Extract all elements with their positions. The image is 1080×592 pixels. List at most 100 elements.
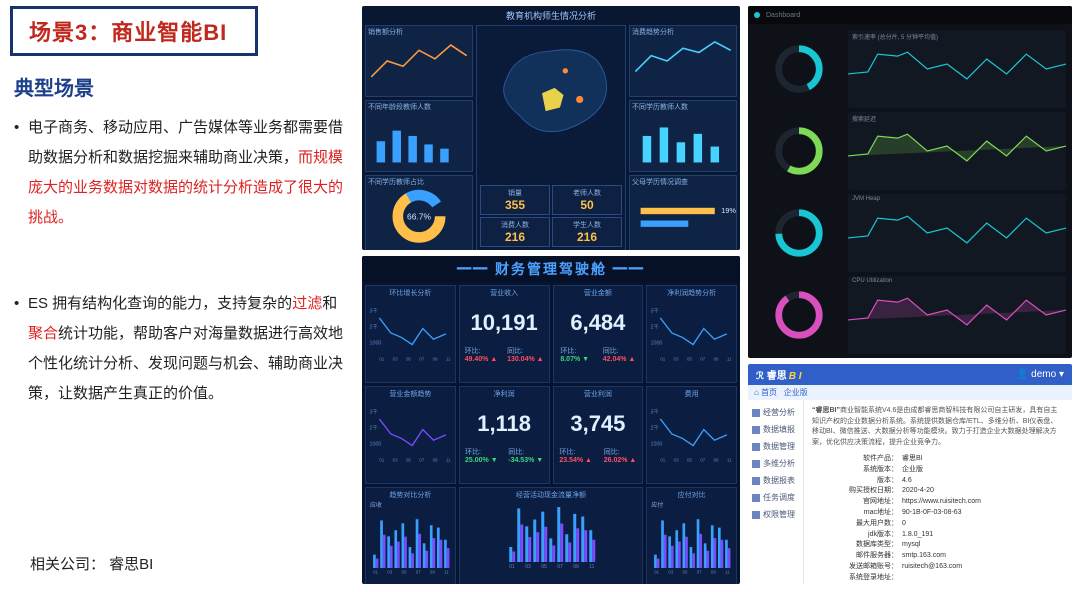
stat-teachers: 老师人数50 xyxy=(552,185,622,215)
svg-text:3千: 3千 xyxy=(651,307,660,315)
svg-text:05: 05 xyxy=(406,357,411,362)
finance-tile: 营业金额6,484环比:8.07% ▼同比:42.04% ▲ xyxy=(553,285,644,383)
slide-title: 场景3：商业智能BI xyxy=(10,6,258,56)
finance-title: ━━ 财务管理驾驶舱 ━━ xyxy=(362,256,740,282)
edu-dashboard: 教育机构师生情况分析 销售额分析 不同年龄段教师人数 不同学历教师占比 66.7… xyxy=(362,6,740,250)
finance-tile: 营业利润3,745环比:23.54% ▲同比:26.02% ▲ xyxy=(553,386,644,484)
gauge-ring xyxy=(754,194,844,272)
ruisi-side-item[interactable]: 权限管理 xyxy=(750,506,801,523)
svg-text:01: 01 xyxy=(379,458,384,463)
svg-text:07: 07 xyxy=(697,569,702,574)
svg-text:01: 01 xyxy=(379,357,384,362)
ruisi-side-item[interactable]: 经营分析 xyxy=(750,404,801,421)
svg-text:01: 01 xyxy=(661,458,666,463)
section-heading: 典型场景 xyxy=(14,72,344,101)
svg-text:01: 01 xyxy=(661,357,666,362)
svg-text:09: 09 xyxy=(711,569,716,574)
svg-text:07: 07 xyxy=(419,458,424,463)
svg-text:11: 11 xyxy=(444,569,449,574)
finance-tile: 应付对比应付010305070911 xyxy=(646,487,737,584)
stat-consumers: 消费人数216 xyxy=(480,217,550,247)
edu-right-col: 消费趋势分析 不同学历教师人数 父母学历情况调查 19% xyxy=(629,25,737,250)
finance-tile: 营业收入10,191环比:49.40% ▲同比:130.04% ▲ xyxy=(459,285,550,383)
svg-text:11: 11 xyxy=(727,458,732,463)
svg-text:09: 09 xyxy=(573,564,579,570)
svg-text:2千: 2千 xyxy=(651,424,660,432)
svg-text:05: 05 xyxy=(687,357,692,362)
finance-tile: 趋势对比分析应收010305070911 xyxy=(365,487,456,584)
svg-text:66.7%: 66.7% xyxy=(407,211,431,221)
china-map: 销量355 老师人数50 消费人数216 学生人数216 xyxy=(476,25,626,250)
left-text-column: 典型场景 • 电子商务、移动应用、广告媒体等业务都需要借助数据分析和数据挖掘来辅… xyxy=(14,72,344,465)
gauge-ring xyxy=(754,112,844,190)
svg-text:2千: 2千 xyxy=(651,323,660,331)
stat-students: 学生人数216 xyxy=(552,217,622,247)
gauge-ring xyxy=(754,276,844,354)
svg-text:03: 03 xyxy=(387,569,392,574)
svg-text:09: 09 xyxy=(433,458,438,463)
ruisi-sidebar: 经营分析数据填报数据管理多维分析数据报表任务调度权限管理 xyxy=(748,400,804,584)
svg-text:2千: 2千 xyxy=(370,424,379,432)
svg-text:01: 01 xyxy=(509,564,515,570)
svg-text:05: 05 xyxy=(402,569,407,574)
svg-text:09: 09 xyxy=(714,357,719,362)
svg-text:1000: 1000 xyxy=(651,442,663,448)
svg-text:03: 03 xyxy=(393,458,398,463)
finance-tile: 经营活动现金流量净额010305070911 xyxy=(459,487,644,584)
svg-text:19%: 19% xyxy=(721,206,736,215)
ruisi-note: “睿思BI”商业智能系统V4.6是由成都睿思商智科技有限公司自主研发，具有自主知… xyxy=(812,406,1064,448)
ruisi-tab-home[interactable]: ⌂ 首页 企业版 xyxy=(748,385,1072,400)
related-company: 相关公司： 睿思BI xyxy=(30,553,153,574)
svg-text:07: 07 xyxy=(416,569,421,574)
svg-text:1000: 1000 xyxy=(651,341,663,347)
metric-graph: 搜索延迟 xyxy=(848,112,1066,190)
edu-title: 教育机构师生情况分析 xyxy=(362,6,740,22)
finance-tile: 净利润趋势分析3千2千1000010305070911 xyxy=(646,285,737,383)
metric-graph: 索引速率 (总分片, 5 分钟平均值) xyxy=(848,30,1066,108)
ruisi-user[interactable]: 👤 demo ▾ xyxy=(1016,369,1064,380)
finance-tile: 营业金额趋势3千2千1000010305070911 xyxy=(365,386,456,484)
svg-text:11: 11 xyxy=(446,357,451,362)
bullet-2: • ES 拥有结构化查询的能力，支持复杂的过滤和聚合统计功能，帮助客户对海量数据… xyxy=(14,289,344,409)
metric-graph: CPU Utilization xyxy=(848,276,1066,354)
finance-tile: 环比增长分析3千2千1000010305070911 xyxy=(365,285,456,383)
gauge-ring xyxy=(754,30,844,108)
svg-text:03: 03 xyxy=(669,569,674,574)
monitor-dashboard: Dashboard 索引速率 (总分片, 5 分钟平均值)搜索延迟JVM Hea… xyxy=(748,6,1072,358)
ruisi-side-item[interactable]: 数据管理 xyxy=(750,438,801,455)
svg-text:07: 07 xyxy=(701,458,706,463)
finance-tile: 净利润1,118环比:25.00% ▼同比:-34.53% ▼ xyxy=(459,386,550,484)
svg-text:11: 11 xyxy=(725,569,730,574)
ruisi-panel: ℛ 睿思B I 👤 demo ▾ ⌂ 首页 企业版 经营分析数据填报数据管理多维… xyxy=(748,364,1072,584)
svg-text:2千: 2千 xyxy=(370,323,379,331)
ruisi-header: ℛ 睿思B I 👤 demo ▾ xyxy=(748,364,1072,385)
bullet1-text: 电子商务、移动应用、广告媒体等业务都需要借助数据分析和数据挖掘来辅助商业决策， xyxy=(28,119,343,166)
svg-text:01: 01 xyxy=(654,569,659,574)
ruisi-logo: ℛ 睿思B I xyxy=(756,367,802,382)
svg-text:03: 03 xyxy=(674,357,679,362)
bullet-1: • 电子商务、移动应用、广告媒体等业务都需要借助数据分析和数据挖掘来辅助商业决策… xyxy=(14,113,344,233)
svg-text:07: 07 xyxy=(557,564,563,570)
svg-text:05: 05 xyxy=(687,458,692,463)
ruisi-side-item[interactable]: 数据填报 xyxy=(750,421,801,438)
finance-tile: 费用3千2千1000010305070911 xyxy=(646,386,737,484)
svg-text:05: 05 xyxy=(541,564,547,570)
svg-text:03: 03 xyxy=(525,564,531,570)
svg-text:11: 11 xyxy=(727,357,732,362)
finance-dashboard: ━━ 财务管理驾驶舱 ━━ 环比增长分析3千2千1000010305070911… xyxy=(362,256,740,584)
svg-text:09: 09 xyxy=(714,458,719,463)
ruisi-kv-table: 软件产品：睿思BI系统版本：企业版版本：4.6购买授权日期：2020-4-20官… xyxy=(812,454,1064,583)
ruisi-side-item[interactable]: 多维分析 xyxy=(750,455,801,472)
svg-text:1000: 1000 xyxy=(370,442,382,448)
svg-text:01: 01 xyxy=(373,569,378,574)
svg-text:09: 09 xyxy=(430,569,435,574)
svg-text:03: 03 xyxy=(393,357,398,362)
svg-text:07: 07 xyxy=(419,357,424,362)
edu-left-col: 销售额分析 不同年龄段教师人数 不同学历教师占比 66.7% xyxy=(365,25,473,250)
svg-text:05: 05 xyxy=(683,569,688,574)
svg-text:07: 07 xyxy=(701,357,706,362)
ruisi-side-item[interactable]: 数据报表 xyxy=(750,472,801,489)
metric-graph: JVM Heap xyxy=(848,194,1066,272)
brand-dot-icon xyxy=(754,12,760,18)
ruisi-side-item[interactable]: 任务调度 xyxy=(750,489,801,506)
